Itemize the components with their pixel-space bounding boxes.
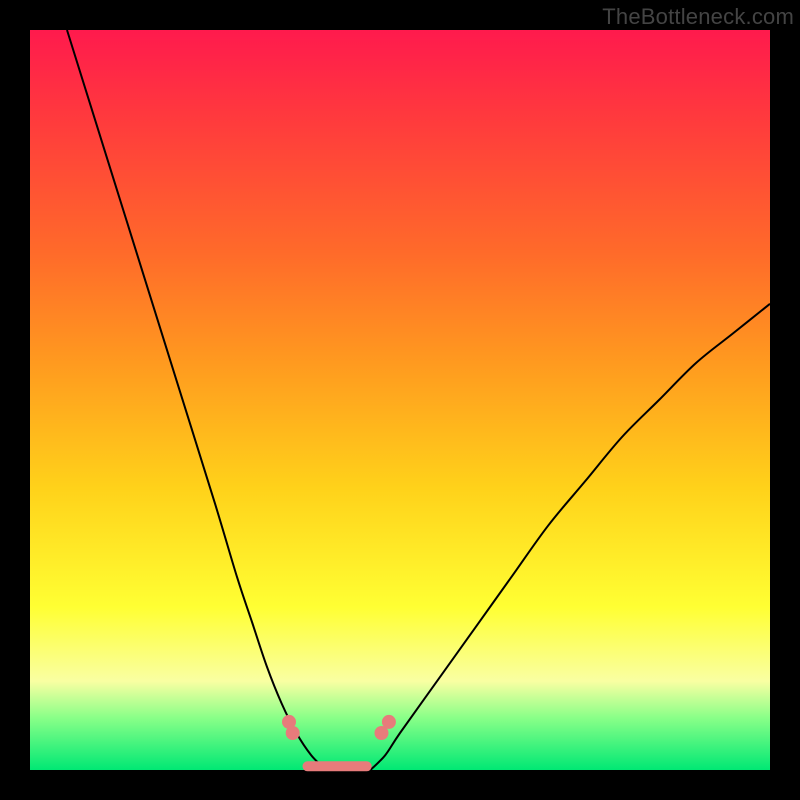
chart-frame: TheBottleneck.com	[0, 0, 800, 800]
curve-marker-dot	[382, 715, 396, 729]
bottleneck-curve	[30, 30, 770, 770]
watermark-text: TheBottleneck.com	[602, 4, 794, 30]
curve-marker-dot	[286, 726, 300, 740]
curve-left-branch	[67, 30, 326, 770]
curve-right-branch	[370, 304, 770, 770]
plot-area	[30, 30, 770, 770]
